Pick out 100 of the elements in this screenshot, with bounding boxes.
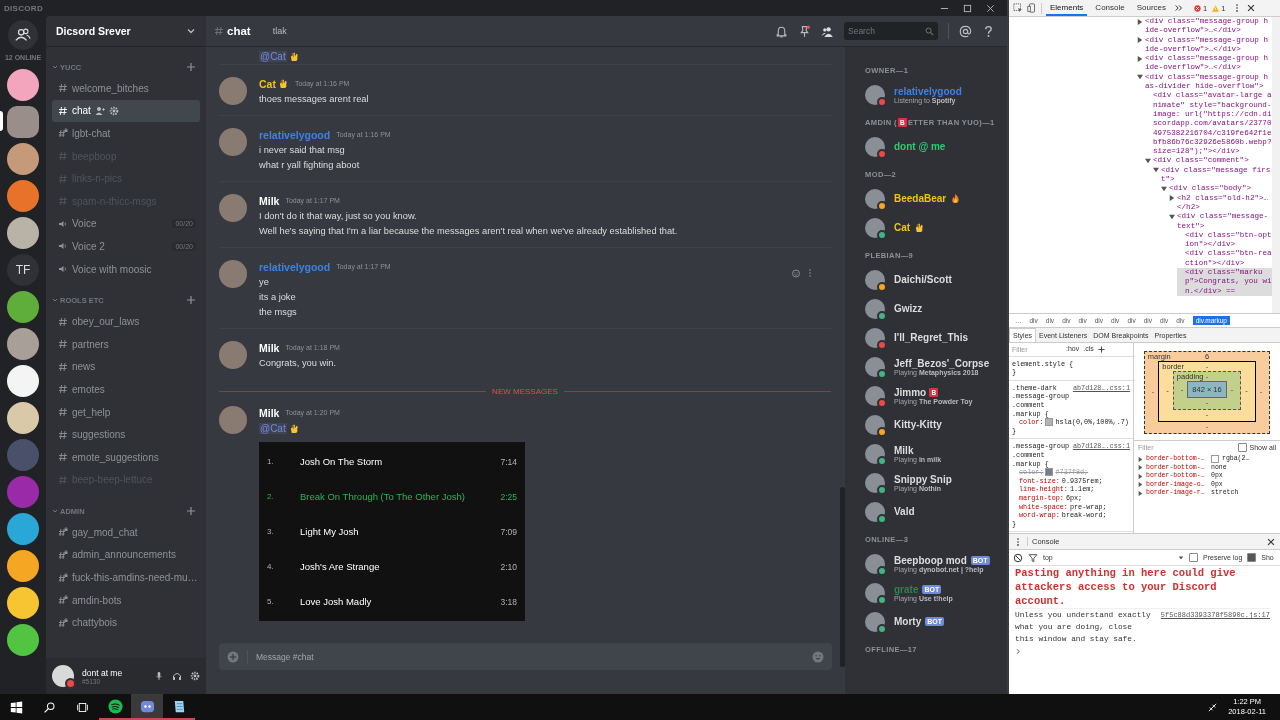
server-icon[interactable] bbox=[7, 512, 39, 545]
author-name[interactable]: Milk bbox=[259, 194, 280, 207]
maximize-icon[interactable] bbox=[963, 3, 972, 13]
member-item[interactable]: Kitty-Kitty bbox=[865, 410, 1001, 439]
channel-item[interactable]: admin_announcements bbox=[52, 543, 200, 567]
author-name[interactable]: Milk bbox=[259, 406, 280, 419]
server-icon[interactable] bbox=[7, 142, 39, 175]
user-avatar[interactable] bbox=[52, 665, 74, 687]
member-item[interactable]: I'll_Regret_This bbox=[865, 323, 1001, 352]
color-swatch[interactable] bbox=[1211, 455, 1219, 464]
add-reaction-icon[interactable] bbox=[791, 268, 801, 278]
members-icon[interactable] bbox=[821, 24, 834, 38]
color-swatch[interactable] bbox=[1045, 468, 1054, 477]
search-icon bbox=[925, 26, 934, 36]
expand-arrow-icon[interactable] bbox=[1137, 37, 1143, 44]
headphones-icon[interactable] bbox=[172, 671, 182, 681]
pin-icon[interactable] bbox=[798, 24, 811, 38]
mention-icon[interactable] bbox=[959, 24, 972, 38]
channel-item[interactable]: chat bbox=[52, 99, 200, 123]
scrollbar[interactable] bbox=[1272, 17, 1280, 313]
scrollbar[interactable] bbox=[840, 487, 845, 667]
help-icon[interactable] bbox=[982, 24, 995, 38]
channel-item[interactable]: get_help bbox=[52, 400, 200, 424]
prompt-icon[interactable] bbox=[1015, 648, 1022, 655]
channel-item[interactable]: fuck-this-amdins-need-mu… bbox=[52, 566, 200, 589]
caret-icon[interactable] bbox=[52, 64, 58, 70]
inspect-icon[interactable] bbox=[1013, 3, 1023, 13]
caret-icon[interactable] bbox=[52, 508, 58, 515]
checkbox[interactable] bbox=[1189, 553, 1198, 562]
expand-arrow-icon[interactable] bbox=[1137, 18, 1143, 25]
channel-item[interactable]: emotes bbox=[52, 378, 200, 401]
devtools-tab[interactable]: Console bbox=[1091, 0, 1129, 16]
track-row[interactable]: 4. Josh's Are Strange 2:10 bbox=[259, 549, 525, 584]
member-item[interactable]: Vald bbox=[865, 497, 1001, 526]
close-icon[interactable] bbox=[1266, 536, 1276, 547]
server-icon[interactable] bbox=[7, 549, 39, 582]
member-item[interactable]: BeedaBear bbox=[865, 184, 1001, 213]
member-item[interactable]: Daichi/Scott bbox=[865, 265, 1001, 294]
author-name[interactable]: Milk bbox=[259, 341, 280, 354]
chevron-double-right-icon[interactable] bbox=[1174, 3, 1185, 13]
channel-item[interactable]: lgbt-chat bbox=[52, 122, 200, 145]
channel-item[interactable]: gay_mod_chat bbox=[52, 521, 200, 544]
member-item[interactable]: Gwizz bbox=[865, 294, 1001, 323]
search-bar[interactable]: Search bbox=[844, 22, 938, 40]
network-icon[interactable] bbox=[1207, 701, 1219, 713]
settings-icon[interactable] bbox=[108, 105, 119, 116]
search-field[interactable]: Search bbox=[848, 26, 925, 36]
server-icon[interactable] bbox=[7, 586, 39, 619]
track-row[interactable]: 2. Break On Through (To The Other Josh) 2:25 bbox=[259, 479, 525, 514]
clear-console-icon[interactable] bbox=[1013, 552, 1023, 563]
checkbox[interactable] bbox=[1237, 443, 1247, 452]
channel-item[interactable]: welcome_bitches bbox=[52, 77, 200, 100]
channel-item[interactable]: suggestions bbox=[52, 423, 200, 446]
server-icon[interactable] bbox=[7, 327, 39, 360]
collapse-arrow-icon[interactable] bbox=[1137, 74, 1143, 81]
filter-icon[interactable] bbox=[1028, 552, 1038, 563]
devtools-tab[interactable]: Sources bbox=[1132, 0, 1171, 16]
expand-arrow-icon[interactable] bbox=[1137, 55, 1143, 62]
server-icon[interactable] bbox=[7, 623, 39, 656]
message-input[interactable]: Message #chat bbox=[256, 652, 804, 662]
track-row[interactable]: 1. Josh On The Storm 7:14 bbox=[259, 444, 525, 479]
message-composer[interactable]: Message #chat bbox=[219, 643, 832, 670]
close-icon[interactable] bbox=[986, 3, 995, 13]
member-name: Jimmo bbox=[894, 386, 927, 398]
server-icon[interactable] bbox=[7, 290, 39, 323]
server-icon[interactable] bbox=[7, 401, 39, 434]
caret-icon[interactable] bbox=[52, 297, 58, 304]
settings-icon[interactable] bbox=[190, 671, 200, 681]
server-icon[interactable] bbox=[7, 68, 39, 101]
server-name[interactable]: Dicsord Srever bbox=[56, 25, 131, 37]
checkbox[interactable] bbox=[1247, 553, 1257, 562]
bell-icon[interactable] bbox=[775, 24, 788, 38]
channel-item[interactable]: emote_suggestions bbox=[52, 445, 200, 469]
author-name[interactable]: Cat bbox=[259, 77, 276, 90]
friends-button[interactable] bbox=[8, 20, 38, 50]
invite-icon[interactable] bbox=[94, 105, 105, 116]
channel-item[interactable]: partners bbox=[52, 332, 200, 356]
channel-item[interactable]: obey_our_laws bbox=[52, 310, 200, 333]
channel-item[interactable]: news bbox=[52, 355, 200, 379]
close-icon[interactable] bbox=[1246, 3, 1257, 13]
device-icon[interactable] bbox=[1027, 3, 1037, 13]
collapse-arrow-icon[interactable] bbox=[1161, 185, 1167, 192]
dropdown-arrow-icon[interactable] bbox=[1178, 554, 1184, 561]
collapse-arrow-icon[interactable] bbox=[1169, 213, 1175, 220]
chevron-down-icon[interactable] bbox=[186, 26, 196, 36]
channel-item[interactable]: chattybois bbox=[52, 611, 200, 635]
server-icon[interactable]: TF bbox=[7, 253, 39, 286]
channel-item[interactable]: Voice with moosic bbox=[52, 257, 200, 281]
channel-item[interactable]: amdin-bots bbox=[52, 588, 200, 612]
member-item[interactable]: dont @ me bbox=[865, 132, 1001, 161]
plus-icon[interactable] bbox=[1097, 345, 1105, 353]
microphone-icon[interactable] bbox=[154, 671, 164, 681]
track-row[interactable]: 3. Light My Josh 7:09 bbox=[259, 514, 525, 549]
member-item[interactable]: Cat bbox=[865, 213, 1001, 242]
color-swatch[interactable] bbox=[1045, 418, 1054, 427]
server-icon[interactable] bbox=[7, 216, 39, 249]
expand-arrow-icon[interactable] bbox=[1169, 195, 1175, 202]
devtools-tab[interactable]: Elements bbox=[1046, 0, 1088, 16]
track-row[interactable]: 5. Love Josh Madly 3:18 bbox=[259, 584, 525, 619]
server-icon[interactable] bbox=[7, 364, 39, 397]
